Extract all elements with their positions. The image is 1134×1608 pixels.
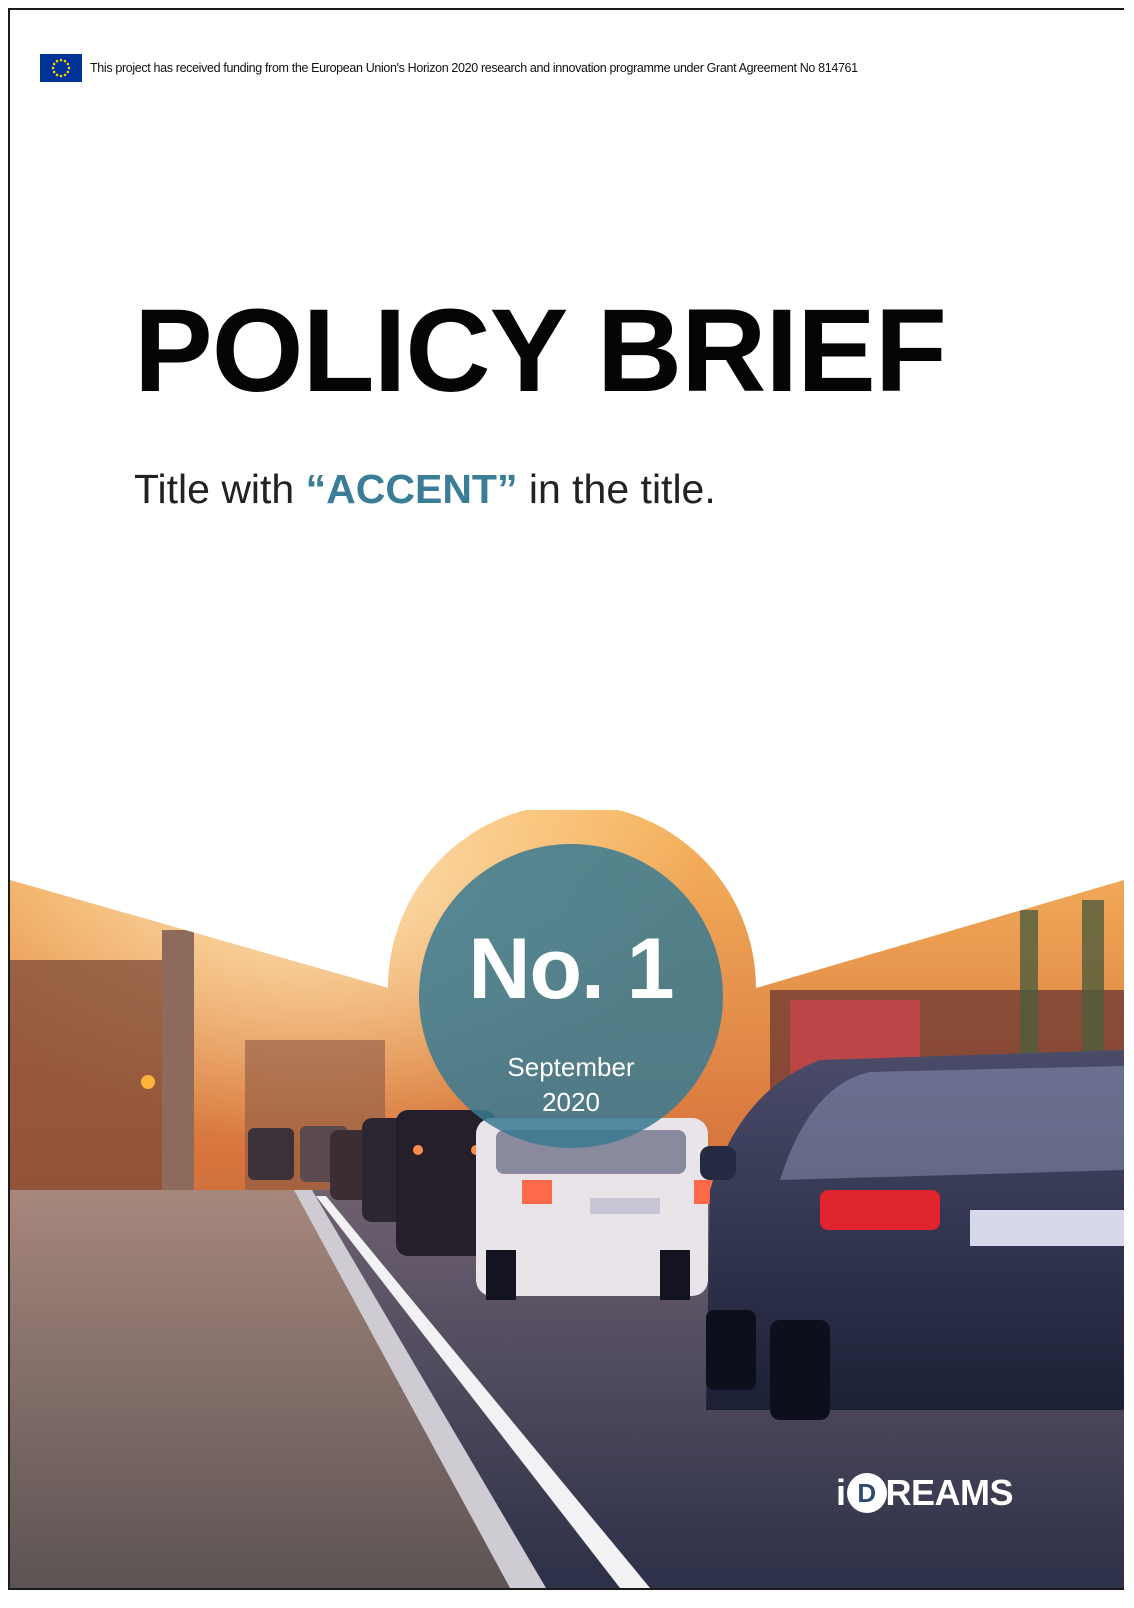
idreams-logo: i D REAMS	[836, 1472, 1014, 1514]
issue-month: September	[507, 1052, 635, 1082]
eu-flag-icon	[40, 54, 82, 82]
traffic-photo	[10, 810, 1124, 1588]
issue-date: September 2020	[419, 1050, 723, 1121]
logo-letter-i: i	[836, 1472, 846, 1513]
issue-number: No. 1	[468, 921, 674, 1017]
page-title: POLICY BRIEF	[134, 285, 947, 417]
funding-notice: This project has received funding from t…	[40, 54, 858, 82]
subtitle-text-end: in the title.	[517, 466, 716, 512]
policy-brief-cover: This project has received funding from t…	[8, 8, 1124, 1590]
subtitle-text-start: Title with	[134, 466, 306, 512]
issue-badge: No. 1 September 2020	[419, 844, 723, 1148]
issue-year: 2020	[542, 1087, 600, 1118]
subtitle-accent: “ACCENT”	[305, 466, 518, 512]
logo-d-icon: D	[848, 1475, 885, 1511]
funding-text: This project has received funding from t…	[90, 61, 858, 75]
subtitle: Title with “ACCENT” in the title.	[134, 466, 716, 513]
logo-letters-reams: REAMS	[885, 1472, 1014, 1513]
